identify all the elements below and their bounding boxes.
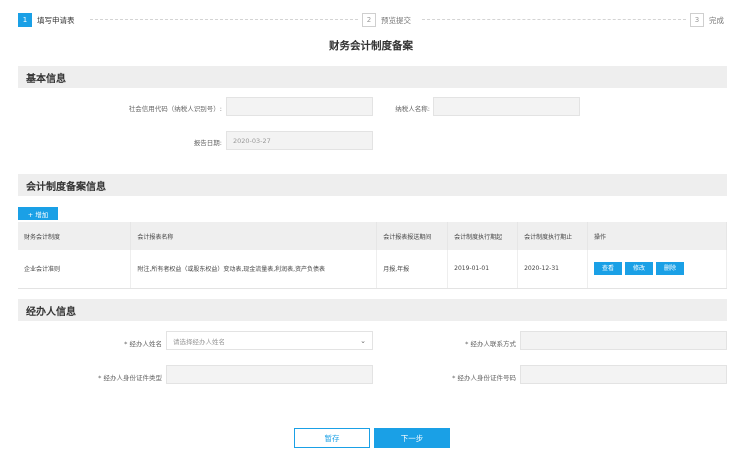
credit-code-label: 社会信用代码（纳税人识别号）: [128,105,222,113]
cell-actions: 查看 修改 删除 [587,250,727,289]
step-connector [90,19,358,20]
progress-stepper: 1 填写申请表 2 预览提交 3 完成 [18,12,730,28]
agent-id-type-label: * 经办人身份证件类型 [98,374,162,382]
agent-id-type-field[interactable] [166,365,373,384]
step-number: 1 [18,13,32,27]
col-header: 会计报表报送期间 [376,222,449,250]
agent-id-number-field[interactable] [520,365,727,384]
report-date-label: 报告日期: [193,139,222,147]
step-fill-application: 1 填写申请表 [18,12,75,28]
credit-code-field[interactable] [226,97,373,116]
report-date-field[interactable]: 2020-03-27 [226,131,373,150]
agent-contact-label: * 经办人联系方式 [465,340,516,348]
col-header: 会计制度执行期止 [517,222,589,250]
chevron-down-icon: ⌄ [360,337,366,345]
cell-end: 2020-12-31 [517,250,589,289]
agent-contact-field[interactable] [520,331,727,350]
step-label: 填写申请表 [37,15,75,25]
edit-button[interactable]: 修改 [625,262,654,276]
filing-table: 财务会计制度 会计报表名称 会计报表报送期间 会计制度执行期起 会计制度执行期止… [18,222,727,289]
table-header-row: 财务会计制度 会计报表名称 会计报表报送期间 会计制度执行期起 会计制度执行期止… [18,222,727,250]
agent-id-number-label: * 经办人身份证件号码 [452,374,516,382]
section-filing-info: 会计制度备案信息 [18,174,727,196]
step-connector [422,19,686,20]
next-step-button[interactable]: 下一步 [374,428,450,448]
cell-system: 企业会计准则 [18,250,132,289]
step-complete: 3 完成 [690,12,724,28]
col-header: 财务会计制度 [18,222,132,250]
section-agent-info: 经办人信息 [18,299,727,321]
table-row: 企业会计准则 附注,所有者权益（或股东权益）变动表,现金流量表,利润表,资产负债… [18,250,727,289]
col-header: 操作 [587,222,727,250]
step-label: 完成 [709,15,724,25]
section-basic-info: 基本信息 [18,66,727,88]
agent-name-select[interactable]: 请选择经办人姓名 ⌄ [166,331,373,350]
step-preview-submit: 2 预览提交 [362,12,411,28]
add-button[interactable]: + 增加 [18,207,58,220]
agent-name-label: * 经办人姓名 [124,340,162,348]
cell-reports: 附注,所有者权益（或股东权益）变动表,现金流量表,利润表,资产负债表 [130,250,378,289]
taxpayer-name-field[interactable] [433,97,580,116]
col-header: 会计报表名称 [130,222,378,250]
step-number: 2 [362,13,376,27]
delete-button[interactable]: 删除 [656,262,685,276]
taxpayer-name-label: 纳税人名称: [395,105,430,113]
save-draft-button[interactable]: 暂存 [294,428,370,448]
agent-name-placeholder: 请选择经办人姓名 [173,337,225,346]
cell-start: 2019-01-01 [447,250,519,289]
step-number: 3 [690,13,704,27]
view-button[interactable]: 查看 [594,262,623,276]
page-title: 财务会计制度备案 [329,40,413,52]
col-header: 会计制度执行期起 [447,222,519,250]
cell-period: 月报,年报 [376,250,449,289]
step-label: 预览提交 [381,15,411,25]
